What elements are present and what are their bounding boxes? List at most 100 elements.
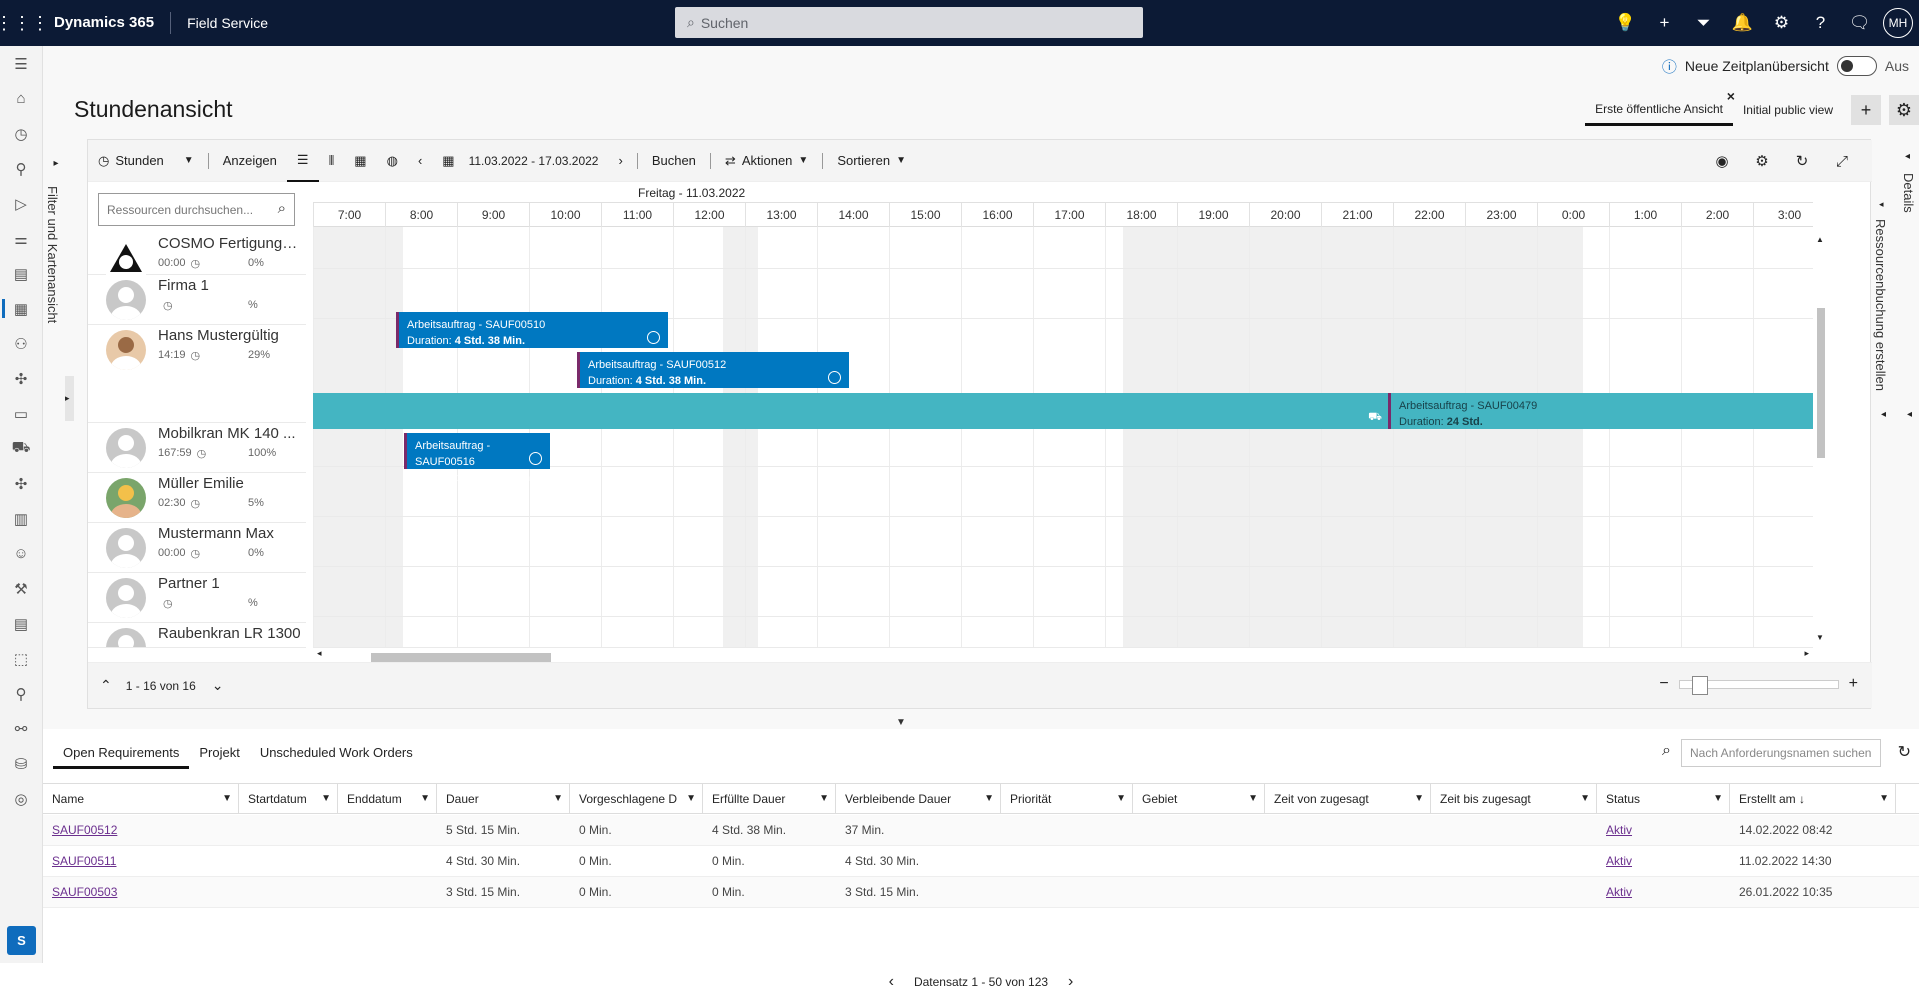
brand-title[interactable]: Dynamics 365 <box>44 12 172 34</box>
lightbulb-icon[interactable]: 💡 <box>1606 13 1645 33</box>
chevron-down-icon[interactable]: ▼ <box>1116 784 1126 814</box>
eye-icon[interactable]: ◉ <box>1702 152 1742 170</box>
chevron-down-icon[interactable]: ▼ <box>819 784 829 814</box>
chevron-down-icon[interactable]: ▼ <box>1248 784 1258 814</box>
search-icon[interactable]: ⌕ <box>278 200 286 217</box>
table-view-icon[interactable]: ▦ <box>344 140 376 182</box>
zoom-slider[interactable] <box>1678 675 1839 695</box>
pane-splitter[interactable]: ▼ <box>43 717 1919 728</box>
chevron-down-icon[interactable]: ▼ <box>896 717 906 728</box>
requirement-link[interactable]: SAUF00511 <box>43 846 116 876</box>
chevron-down-icon[interactable]: ▼ <box>321 784 331 814</box>
details-panel-toggle[interactable]: ◂ Details ◂ <box>1901 139 1919 699</box>
resource-row[interactable]: Hans Mustergültig 14:19 ◷ 29% <box>88 325 306 423</box>
wrench-icon[interactable]: ⚒ <box>0 571 42 606</box>
chevron-down-icon[interactable]: ▼ <box>553 784 563 814</box>
booking-sauf00510[interactable]: Arbeitsauftrag - SAUF00510 Duration: 4 S… <box>396 312 668 348</box>
board-settings-icon[interactable]: ⚙ <box>1742 152 1782 170</box>
expand-icon[interactable]: ⤢ <box>1822 153 1862 170</box>
column-header[interactable]: Gebiet ▼ <box>1133 784 1265 814</box>
calendar-icon[interactable]: ▦ <box>0 291 42 326</box>
app-launcher-icon[interactable]: ⋮⋮⋮ <box>0 0 49 46</box>
collapse-handle[interactable]: ◂ <box>1907 409 1912 420</box>
chevron-down-icon[interactable]: ▼ <box>984 784 994 814</box>
truck-icon[interactable]: ⛟ <box>0 431 42 466</box>
tab-projekt[interactable]: Projekt <box>189 737 249 769</box>
people-icon[interactable]: ⚇ <box>0 326 42 361</box>
resource-row[interactable]: COSMO Fertigungs ... 00:00 ◷ 0% <box>88 233 306 278</box>
column-header[interactable]: Verbleibende Dauer ▼ <box>836 784 1001 814</box>
page-up-icon[interactable]: ⌃ <box>100 677 112 694</box>
chevron-left-icon[interactable]: ◂ <box>1905 151 1910 162</box>
refresh-icon[interactable]: ↻ <box>1898 742 1911 762</box>
chat-icon[interactable]: 🗨 <box>1840 13 1879 33</box>
column-header[interactable]: Priorität ▼ <box>1001 784 1133 814</box>
network-icon[interactable]: ⚯ <box>0 711 42 746</box>
column-header[interactable]: Startdatum ▼ <box>239 784 338 814</box>
resource-row[interactable]: Firma 1 ◷ % <box>88 275 306 325</box>
column-header[interactable]: Erfüllte Dauer ▼ <box>703 784 836 814</box>
chevron-left-icon[interactable]: ◂ <box>1879 199 1884 210</box>
booking-sauf00512[interactable]: Arbeitsauftrag - SAUF00512 Duration: 4 S… <box>577 352 849 388</box>
resource-row[interactable]: Mustermann Max 00:00 ◷ 0% <box>88 523 306 573</box>
document-icon[interactable]: ▤ <box>0 606 42 641</box>
scroll-up-icon[interactable]: ▲ <box>1816 235 1824 244</box>
table-row[interactable]: SAUF00512 5 Std. 15 Min. 0 Min. 4 Std. 3… <box>43 815 1919 846</box>
resource-lane[interactable] <box>313 617 1813 648</box>
pin-icon[interactable]: ⚲ <box>0 151 42 186</box>
scroll-down-icon[interactable]: ▼ <box>1816 633 1824 642</box>
chevron-down-icon[interactable]: ▼ <box>222 784 232 814</box>
booking-sauf00479-prev[interactable]: ⛟ <box>313 393 1388 429</box>
collapse-handle[interactable]: ▸ <box>65 376 74 421</box>
inventory-icon[interactable]: ⛁ <box>0 746 42 781</box>
tab-erste-ansicht[interactable]: Erste öffentliche Ansicht × <box>1585 88 1735 126</box>
requirement-link[interactable]: SAUF00503 <box>43 877 117 907</box>
column-header[interactable]: Zeit von zugesagt ▼ <box>1265 784 1431 814</box>
user-avatar[interactable]: MH <box>1883 8 1913 38</box>
gear-icon[interactable]: ⚙ <box>1762 13 1801 33</box>
column-header[interactable]: Zeit bis zugesagt ▼ <box>1431 784 1597 814</box>
chevron-down-icon[interactable]: ▼ <box>1713 784 1723 814</box>
global-search-input[interactable]: ⌕ Suchen <box>675 7 1143 38</box>
chevron-right-icon[interactable]: ▸ <box>46 158 66 169</box>
book-icon[interactable]: ▥ <box>0 501 42 536</box>
prev-week-icon[interactable]: ‹ <box>408 140 432 182</box>
vertical-scrollbar[interactable]: ▲ ▼ <box>1816 183 1826 648</box>
date-range-picker[interactable]: ▦ 11.03.2022 - 17.03.2022 <box>432 140 608 182</box>
column-header[interactable]: Vorgeschlagene D ▼ <box>570 784 703 814</box>
clipboard-icon[interactable]: ▤ <box>0 256 42 291</box>
location-icon[interactable]: ⚲ <box>0 676 42 711</box>
sort-dropdown[interactable]: Sortieren ▼ <box>827 140 916 182</box>
resource-row[interactable]: Raubenkran LR 1300 <box>88 623 306 648</box>
scroll-right-icon[interactable]: ▸ <box>1804 648 1809 659</box>
vertical-view-icon[interactable]: ⦀ <box>319 140 345 182</box>
add-view-button[interactable]: + <box>1851 95 1881 125</box>
settings-world-icon[interactable]: ◎ <box>0 781 42 816</box>
app-name[interactable]: Field Service <box>171 15 268 31</box>
resource-lane[interactable] <box>313 567 1813 617</box>
table-row[interactable]: SAUF00503 3 Std. 15 Min. 0 Min. 0 Min. 3… <box>43 877 1919 908</box>
resource-search-input[interactable]: Ressourcen durchsuchen... ⌕ <box>98 193 295 226</box>
horizontal-scrollbar[interactable]: ◂ ▸ <box>313 648 1813 663</box>
home-icon[interactable]: ⌂ <box>0 81 42 116</box>
bell-icon[interactable]: 🔔 <box>1723 13 1762 33</box>
help-icon[interactable]: ? <box>1801 13 1840 33</box>
requirement-search-input[interactable]: Nach Anforderungsnamen suchen <box>1681 739 1881 767</box>
tab-initial-public-view[interactable]: Initial public view <box>1733 94 1843 126</box>
tab-open-requirements[interactable]: Open Requirements <box>53 737 190 769</box>
column-header[interactable]: Name ▼ <box>43 784 239 814</box>
table-row[interactable]: SAUF00511 4 Std. 30 Min. 0 Min. 0 Min. 4… <box>43 846 1919 877</box>
scroll-left-icon[interactable]: ◂ <box>317 648 322 659</box>
column-header[interactable]: Dauer ▼ <box>437 784 570 814</box>
booking-sauf00479[interactable]: Arbeitsauftrag - SAUF00479 Duration: 24 … <box>1388 393 1813 429</box>
person-icon[interactable]: ☺ <box>0 536 42 571</box>
column-header[interactable]: Status ▼ <box>1597 784 1730 814</box>
plus-icon[interactable]: + <box>1645 13 1684 33</box>
resource-row[interactable]: Partner 1 ◷ % <box>88 573 306 623</box>
status-link[interactable]: Aktiv <box>1597 877 1632 907</box>
collapse-handle[interactable]: ◂ <box>1881 409 1886 420</box>
resource-row[interactable]: Müller Emilie 02:30 ◷ 5% <box>88 473 306 523</box>
view-settings-icon[interactable]: ⚙ <box>1889 95 1919 125</box>
booking-sauf00516[interactable]: Arbeitsauftrag - SAUF00516 Duration: 2 S… <box>404 433 550 484</box>
area-switcher[interactable]: S <box>7 926 36 955</box>
